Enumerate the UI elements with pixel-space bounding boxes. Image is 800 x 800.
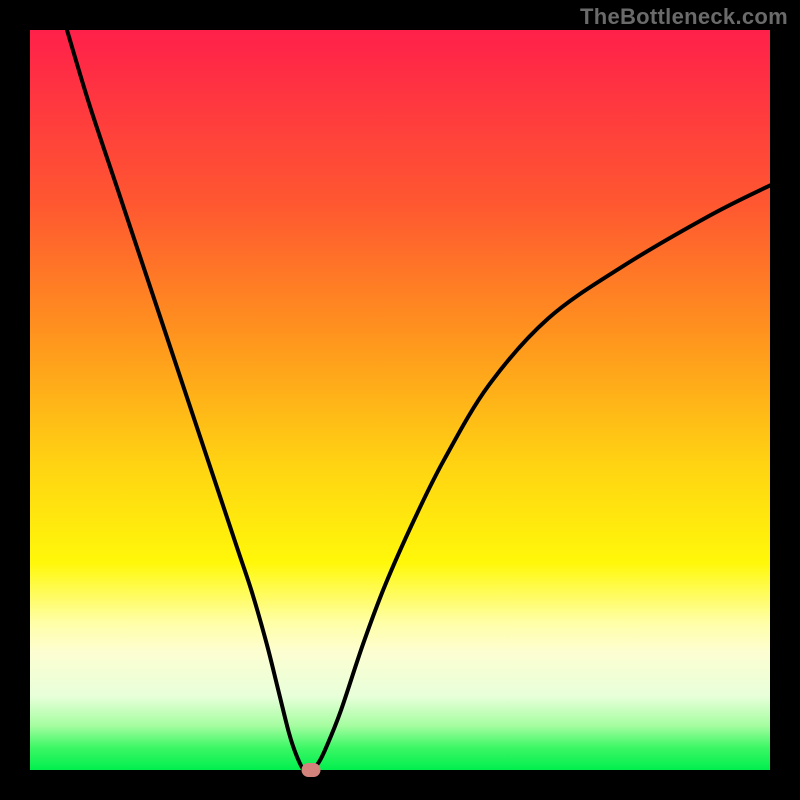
- bottleneck-curve: [30, 30, 770, 770]
- optimal-point-marker: [302, 763, 321, 777]
- chart-area: [30, 30, 770, 770]
- watermark-text: TheBottleneck.com: [580, 4, 788, 30]
